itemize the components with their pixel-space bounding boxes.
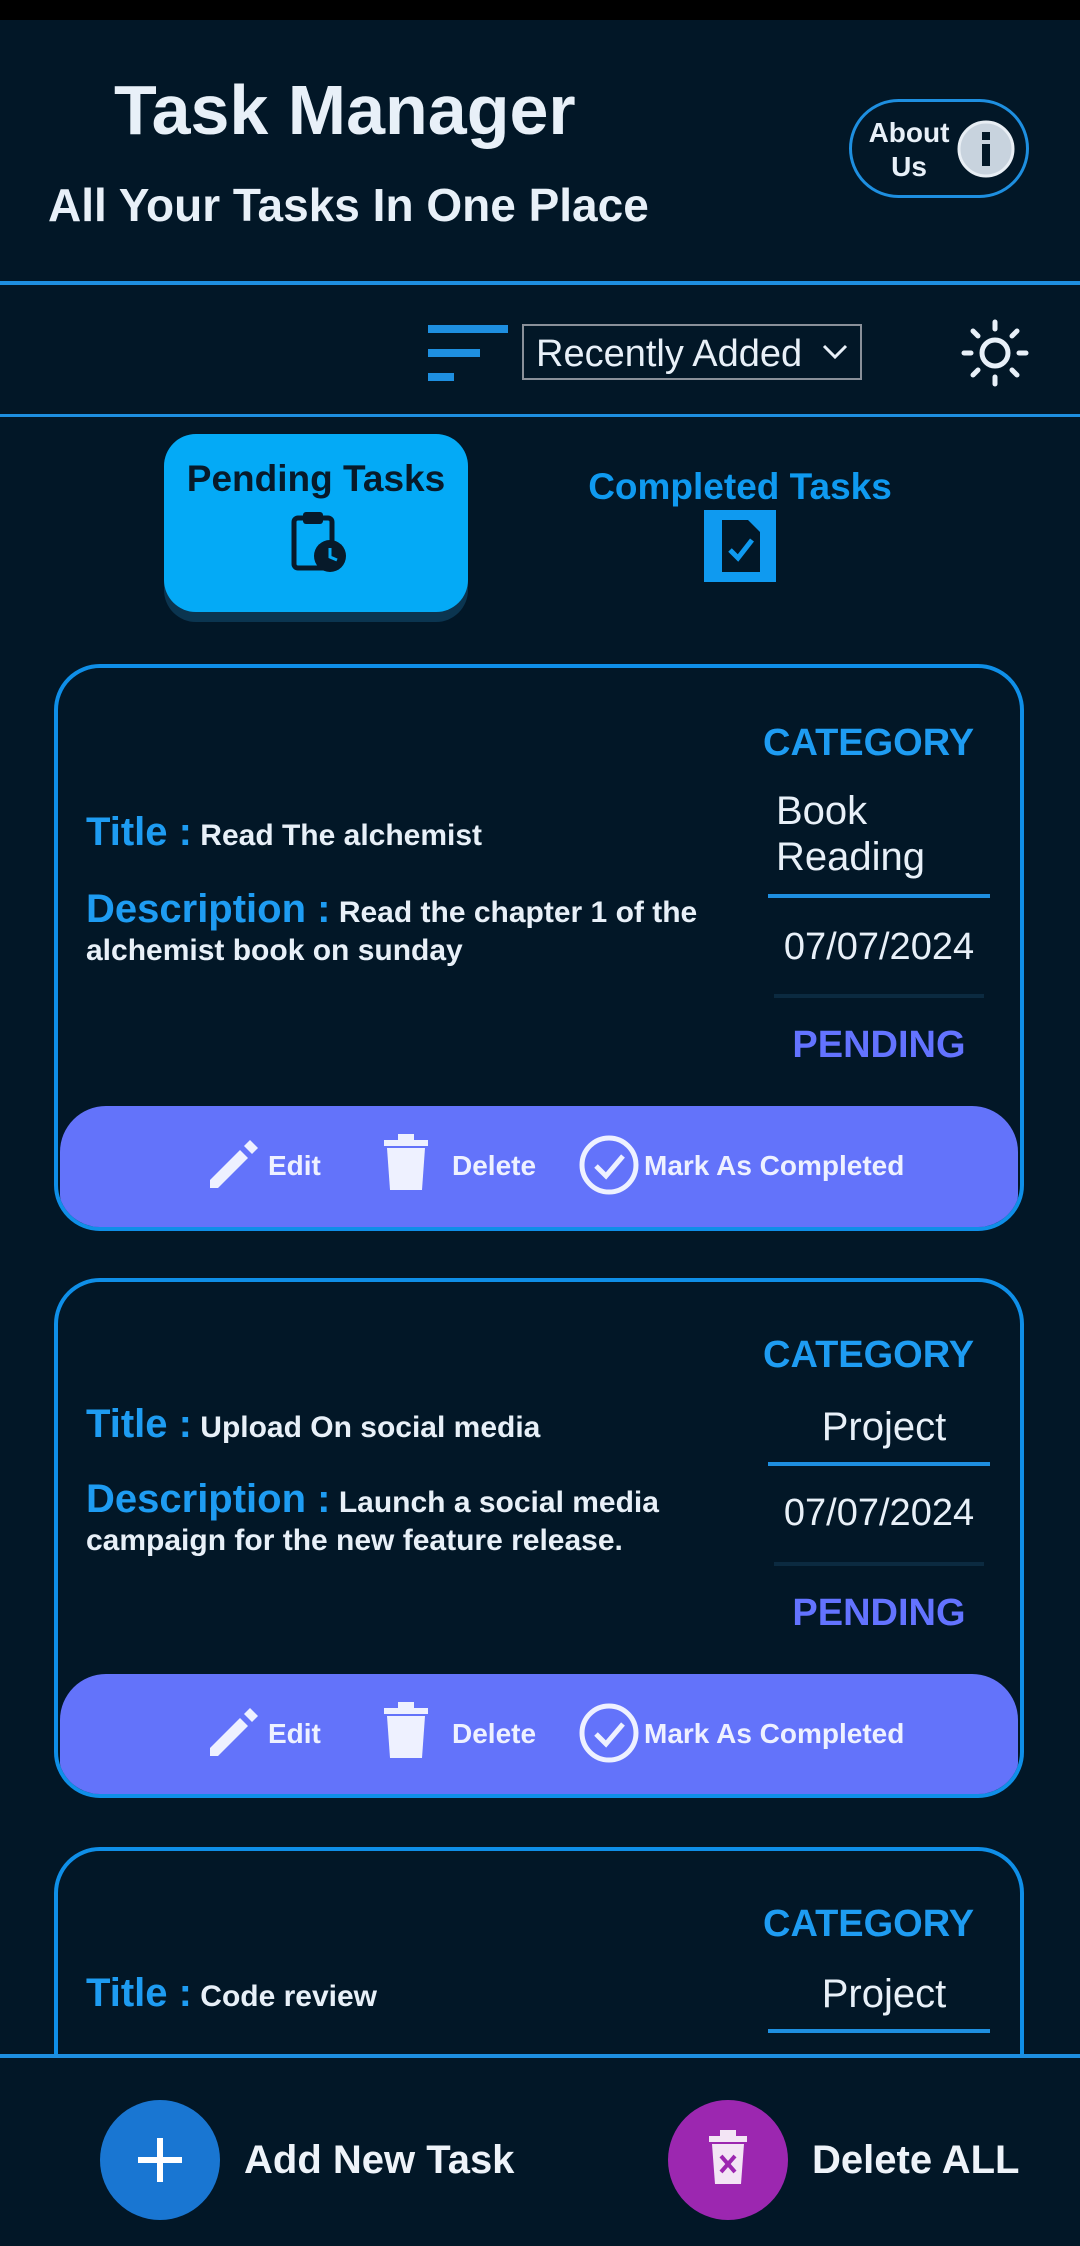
tab-pending-label: Pending Tasks: [186, 458, 446, 499]
category-heading: CATEGORY: [763, 1903, 975, 1945]
date-underline: [774, 994, 984, 998]
task-title-value: Code review: [200, 1980, 378, 2013]
filter-icon[interactable]: [428, 325, 508, 383]
app-header: Task Manager All Your Tasks In One Place…: [0, 20, 1080, 282]
mark-completed-button[interactable]: Mark As Completed: [578, 1134, 908, 1198]
chevron-down-icon: [822, 344, 848, 360]
category-heading: CATEGORY: [763, 1334, 975, 1376]
task-title: Title : Read The alchemist: [86, 810, 482, 855]
header-divider: [0, 281, 1080, 285]
task-action-bar: Edit Delete Mark As Completed: [60, 1674, 1018, 1794]
status-badge: PENDING: [792, 1024, 966, 1066]
about-us-button[interactable]: About Us: [849, 99, 1029, 198]
task-date: 07/07/2024: [783, 926, 975, 968]
edit-label: Edit: [268, 1150, 321, 1181]
app-title: Task Manager: [114, 71, 576, 149]
add-task-button[interactable]: [100, 2100, 220, 2220]
edit-label: Edit: [268, 1718, 321, 1749]
description-label: Description :: [86, 887, 331, 931]
status-bar: [0, 0, 1080, 20]
bottom-action-bar: Add New Task Delete ALL: [0, 2054, 1080, 2246]
clipboard-clock-icon: [291, 512, 346, 572]
check-circle-icon: [579, 1135, 639, 1195]
plus-icon: [138, 2138, 182, 2182]
title-label: Title :: [86, 1402, 192, 1446]
category-value: Project: [821, 1972, 947, 2016]
category-line-2: Reading: [776, 835, 926, 879]
edit-button[interactable]: Edit: [204, 1702, 324, 1766]
check-circle-icon: [579, 1703, 639, 1763]
delete-label: Delete: [452, 1718, 537, 1749]
delete-button[interactable]: Delete: [382, 1134, 536, 1198]
mark-completed-label: Mark As Completed: [644, 1150, 905, 1181]
info-icon: [957, 120, 1015, 178]
trash-x-icon: [709, 2130, 747, 2184]
task-title: Title : Upload On social media: [86, 1402, 540, 1447]
add-task-label[interactable]: Add New Task: [244, 2138, 514, 2183]
category-line-1: Book: [776, 789, 868, 833]
task-title-value: Upload On social media: [200, 1411, 541, 1444]
category-value: Book Reading: [776, 788, 1008, 880]
category-underline: [768, 2029, 990, 2033]
task-date: 07/07/2024: [783, 1492, 975, 1534]
delete-all-label[interactable]: Delete ALL: [812, 2138, 1019, 2183]
mark-completed-label: Mark As Completed: [644, 1718, 905, 1749]
task-description: Description : Read the chapter 1 of the …: [86, 887, 726, 970]
task-description: Description : Launch a social media camp…: [86, 1477, 726, 1560]
task-card: Title : Read The alchemist Description :…: [54, 664, 1024, 1231]
app-subtitle: All Your Tasks In One Place: [48, 179, 649, 231]
category-value: Project: [821, 1405, 947, 1449]
delete-all-button[interactable]: [668, 2100, 788, 2220]
delete-button[interactable]: Delete: [382, 1702, 536, 1766]
sort-dropdown[interactable]: Recently Added: [522, 324, 862, 380]
sort-selected-value: Recently Added: [536, 333, 803, 375]
category-heading: CATEGORY: [763, 722, 975, 764]
trash-icon: [384, 1134, 428, 1190]
mark-completed-button[interactable]: Mark As Completed: [578, 1702, 908, 1766]
description-label: Description :: [86, 1477, 331, 1521]
category-underline: [768, 894, 990, 898]
task-action-bar: Edit Delete Mark As Completed: [60, 1106, 1018, 1227]
trash-icon: [384, 1702, 428, 1758]
pencil-icon: [210, 1708, 258, 1756]
task-card: Title : Upload On social media Descripti…: [54, 1278, 1024, 1798]
tab-completed-tasks[interactable]: Completed Tasks: [568, 450, 912, 610]
about-us-label: About Us: [868, 117, 950, 182]
task-title: Title : Code review: [86, 1971, 377, 2016]
delete-label: Delete: [452, 1150, 537, 1181]
toolbar-divider: [0, 414, 1080, 417]
document-check-icon: [704, 510, 776, 582]
sun-icon[interactable]: [960, 318, 1030, 388]
category-underline: [768, 1462, 990, 1466]
tab-pending-tasks[interactable]: Pending Tasks: [164, 434, 468, 612]
edit-button[interactable]: Edit: [204, 1134, 324, 1198]
status-badge: PENDING: [792, 1592, 966, 1634]
pencil-icon: [210, 1140, 258, 1188]
tab-completed-label: Completed Tasks: [588, 466, 892, 507]
task-title-value: Read The alchemist: [200, 819, 483, 852]
date-underline: [774, 1562, 984, 1566]
title-label: Title :: [86, 810, 192, 854]
title-label: Title :: [86, 1971, 192, 2015]
